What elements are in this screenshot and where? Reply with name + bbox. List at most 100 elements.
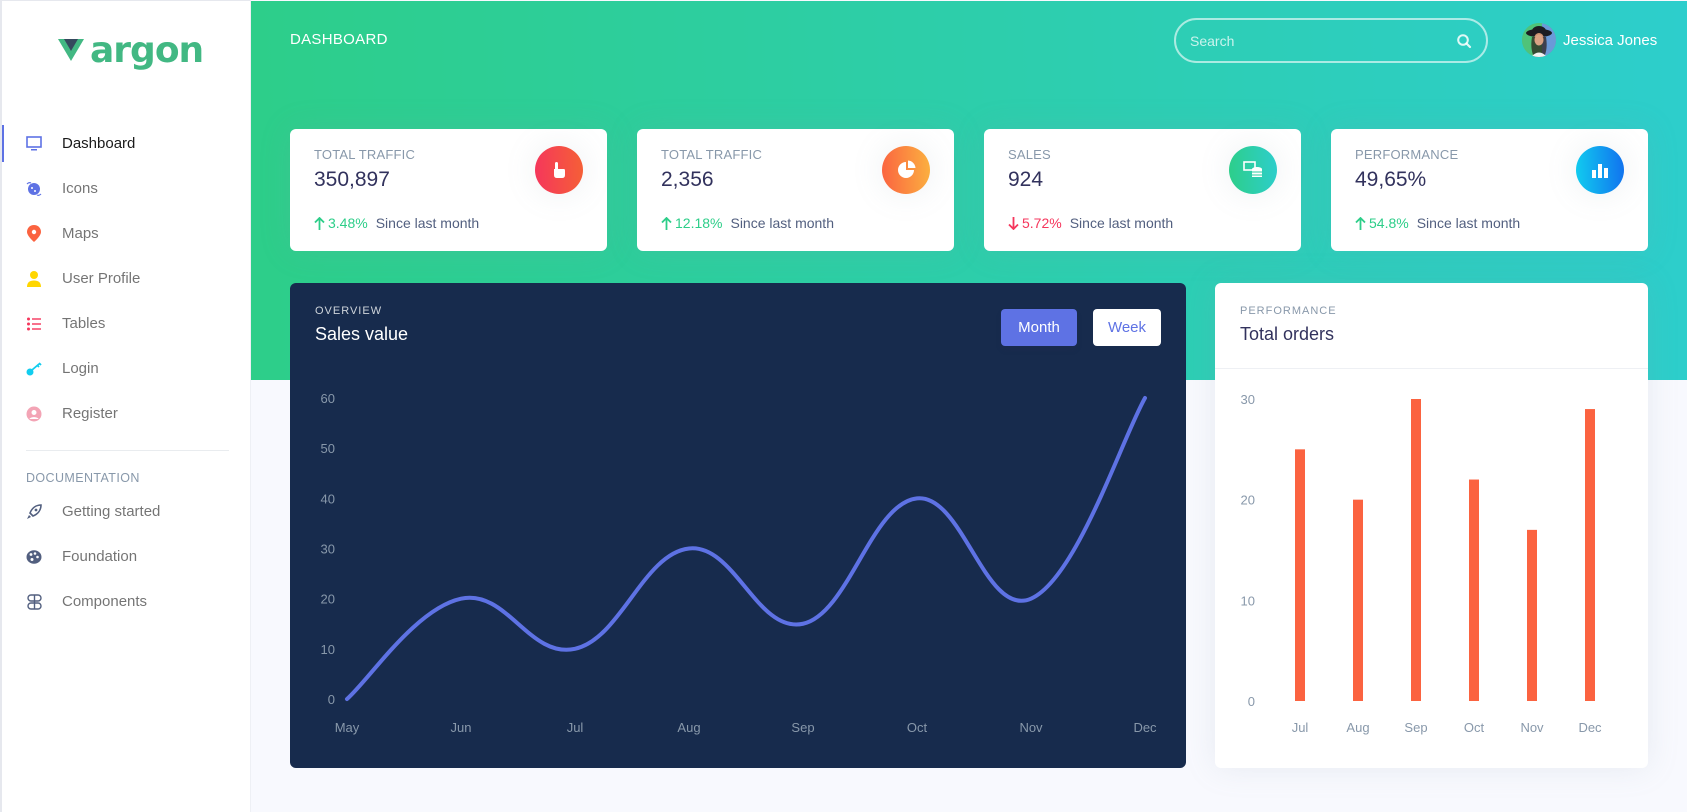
stat-since: Since last month [1069, 215, 1174, 231]
sidebar-item-label: Register [62, 405, 118, 422]
y-tick-label: 0 [1248, 694, 1255, 709]
search-icon[interactable] [1456, 33, 1472, 49]
stat-since: Since last month [1416, 215, 1521, 231]
sidebar-item-tables[interactable]: Tables [2, 301, 251, 346]
arrow-up-icon [314, 216, 325, 230]
sidebar-item-user-profile[interactable]: User Profile [2, 256, 251, 301]
stat-since: Since last month [375, 215, 480, 231]
arrow-up-icon [661, 216, 672, 230]
sidebar-item-components[interactable]: Components [2, 579, 251, 624]
x-tick-label: Jul [567, 720, 584, 735]
order-bar[interactable] [1411, 399, 1421, 701]
sidebar-item-label: User Profile [62, 270, 141, 287]
x-tick-label: Aug [1346, 720, 1369, 735]
sales-series-line [345, 396, 1147, 701]
week-button[interactable]: Week [1093, 309, 1161, 346]
ui-components-icon [25, 593, 43, 611]
stat-card-performance: PERFORMANCE 49,65% 54.8% Since last mont… [1331, 129, 1648, 251]
order-bar[interactable] [1527, 529, 1537, 701]
sidebar-item-dashboard[interactable]: Dashboard [2, 121, 251, 166]
y-tick-label: 10 [1241, 593, 1255, 608]
x-tick-label: Jun [451, 720, 472, 735]
trend-up: 54.8% [1355, 215, 1409, 231]
month-button[interactable]: Month [1001, 309, 1077, 346]
sidebar-item-getting-started[interactable]: Getting started [2, 489, 251, 534]
y-tick-label: 50 [321, 441, 335, 456]
x-tick-label: Nov [1520, 720, 1544, 735]
avatar[interactable] [1522, 23, 1556, 57]
x-tick-label: Dec [1578, 720, 1602, 735]
stat-change: 54.8% [1369, 215, 1409, 231]
sidebar-item-label: Icons [62, 180, 98, 197]
y-tick-label: 30 [1241, 392, 1255, 407]
stat-change: 3.48% [328, 215, 368, 231]
sidebar-item-register[interactable]: Register [2, 391, 251, 436]
x-tick-label: Sep [791, 720, 814, 735]
brand-name: argon [90, 30, 204, 71]
planet-icon [25, 180, 43, 198]
order-bar[interactable] [1469, 479, 1479, 701]
stat-footer: 12.18% Since last month [661, 215, 834, 231]
search-input[interactable] [1190, 32, 1456, 49]
tv-icon [25, 135, 43, 153]
arrow-down-icon [1008, 216, 1019, 230]
stat-footer: 54.8% Since last month [1355, 215, 1520, 231]
vue-logo-icon [58, 39, 84, 61]
bar-chart-icon [1576, 146, 1624, 194]
y-tick-label: 40 [321, 491, 335, 506]
documentation-heading: DOCUMENTATION [26, 471, 140, 485]
pie-chart-icon [882, 146, 930, 194]
stat-change: 5.72% [1022, 215, 1062, 231]
stat-change: 12.18% [675, 215, 723, 231]
sales-card-header: OVERVIEW Sales value [315, 305, 408, 345]
sidebar-item-label: Login [62, 360, 99, 377]
palette-icon [25, 548, 43, 566]
y-tick-label: 0 [328, 692, 335, 707]
y-tick-label: 30 [321, 542, 335, 557]
map-pin-icon [25, 225, 43, 243]
sidebar-item-maps[interactable]: Maps [2, 211, 251, 256]
x-tick-label: May [335, 720, 360, 735]
sidebar-nav: Dashboard Icons Maps User Profile Tables [2, 121, 251, 624]
order-bar[interactable] [1295, 449, 1305, 701]
order-bar[interactable] [1585, 409, 1595, 701]
money-coins-icon [1229, 146, 1277, 194]
sidebar-item-login[interactable]: Login [2, 346, 251, 391]
sidebar: argon Dashboard Icons Maps User Profile [0, 0, 251, 812]
sidebar-item-label: Dashboard [62, 135, 136, 152]
sidebar-item-label: Foundation [62, 548, 138, 565]
page-title[interactable]: DASHBOARD [290, 31, 388, 48]
y-tick-label: 20 [321, 592, 335, 607]
x-tick-label: Aug [677, 720, 700, 735]
x-tick-label: Dec [1133, 720, 1157, 735]
brand-logo[interactable]: argon [58, 30, 204, 71]
stat-footer: 5.72% Since last month [1008, 215, 1173, 231]
stat-footer: 3.48% Since last month [314, 215, 479, 231]
rocket-icon [25, 503, 43, 521]
order-bar[interactable] [1353, 499, 1363, 701]
x-tick-label: Jul [1292, 720, 1309, 735]
search-box[interactable] [1174, 18, 1488, 63]
sidebar-item-icons[interactable]: Icons [2, 166, 251, 211]
y-tick-label: 20 [1241, 493, 1255, 508]
y-tick-label: 10 [321, 642, 335, 657]
user-name[interactable]: Jessica Jones [1563, 32, 1657, 49]
sidebar-item-label: Components [62, 593, 148, 610]
y-tick-label: 60 [321, 391, 335, 406]
sidebar-item-label: Getting started [62, 503, 161, 520]
circle-user-icon [25, 405, 43, 423]
user-menu[interactable]: Jessica Jones [1522, 23, 1657, 57]
stat-card-sales: SALES 924 5.72% Since last month [984, 129, 1301, 251]
stat-card-total-traffic-2: TOTAL TRAFFIC 2,356 12.18% Since last mo… [637, 129, 954, 251]
hand-pointer-icon [535, 146, 583, 194]
x-tick-label: Sep [1404, 720, 1427, 735]
trend-up: 3.48% [314, 215, 368, 231]
x-tick-label: Oct [907, 720, 928, 735]
x-tick-label: Nov [1019, 720, 1043, 735]
sidebar-item-foundation[interactable]: Foundation [2, 534, 251, 579]
sidebar-item-label: Maps [62, 225, 99, 242]
stat-card-total-traffic: TOTAL TRAFFIC 350,897 3.48% Since last m… [290, 129, 607, 251]
key-icon [25, 360, 43, 378]
trend-down: 5.72% [1008, 215, 1062, 231]
x-tick-label: Oct [1464, 720, 1485, 735]
